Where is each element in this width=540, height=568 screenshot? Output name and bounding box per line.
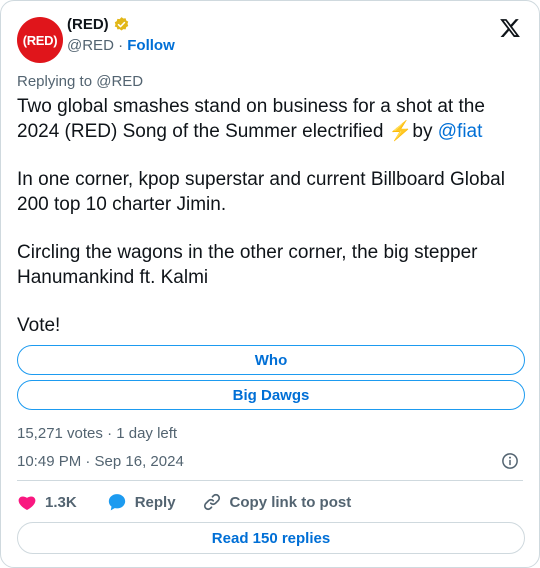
tweet-card: (RED) (RED) @RED · Follow Replying to @R…: [0, 0, 540, 568]
poll-option-big-dawgs[interactable]: Big Dawgs: [17, 380, 525, 410]
like-button[interactable]: 1.3K: [17, 492, 77, 512]
tweet-text: Two global smashes stand on business for…: [17, 95, 527, 363]
copy-link-label: Copy link to post: [229, 493, 352, 511]
tweet-paragraph-2: In one corner, kpop superstar and curren…: [17, 169, 505, 215]
handle-row: @RED · Follow: [67, 37, 175, 54]
verified-badge-icon: [114, 17, 128, 31]
timestamp[interactable]: 10:49 PM · Sep 16, 2024: [17, 453, 184, 470]
tweet-text-segment: by: [412, 120, 438, 142]
reply-label: Reply: [134, 493, 176, 511]
read-replies-button[interactable]: Read 150 replies: [17, 522, 525, 554]
divider: [17, 480, 523, 481]
author-name[interactable]: (RED): [67, 16, 109, 33]
like-count: 1.3K: [45, 493, 77, 511]
action-bar: 1.3K Reply Copy link to post: [17, 492, 351, 512]
link-icon: [203, 493, 220, 511]
avatar[interactable]: (RED): [17, 17, 63, 63]
lightning-emoji-icon: ⚡: [388, 120, 413, 142]
avatar-logo-text: (RED): [22, 32, 58, 48]
copy-link-button[interactable]: Copy link to post: [202, 492, 352, 512]
tweet-paragraph-3: Circling the wagons in the other corner,…: [17, 242, 478, 288]
replying-to[interactable]: Replying to @RED: [17, 73, 143, 90]
handle-separator: ·: [113, 37, 128, 54]
author-name-row: (RED): [67, 16, 130, 33]
tweet-paragraph-1: Two global smashes stand on business for…: [17, 95, 527, 144]
follow-button[interactable]: Follow: [127, 37, 175, 54]
poll-option-who[interactable]: Who: [17, 345, 525, 375]
reply-button[interactable]: Reply: [107, 492, 176, 512]
poll-summary: 15,271 votes · 1 day left: [17, 425, 178, 442]
tweet-paragraph-4: Vote!: [17, 315, 61, 336]
heart-icon: [18, 496, 36, 510]
x-logo-icon[interactable]: [499, 17, 521, 39]
info-icon[interactable]: [501, 452, 519, 470]
mention-link[interactable]: @fiat: [438, 121, 483, 142]
reply-bubble-icon: [108, 494, 125, 511]
author-handle[interactable]: @RED: [67, 37, 114, 54]
